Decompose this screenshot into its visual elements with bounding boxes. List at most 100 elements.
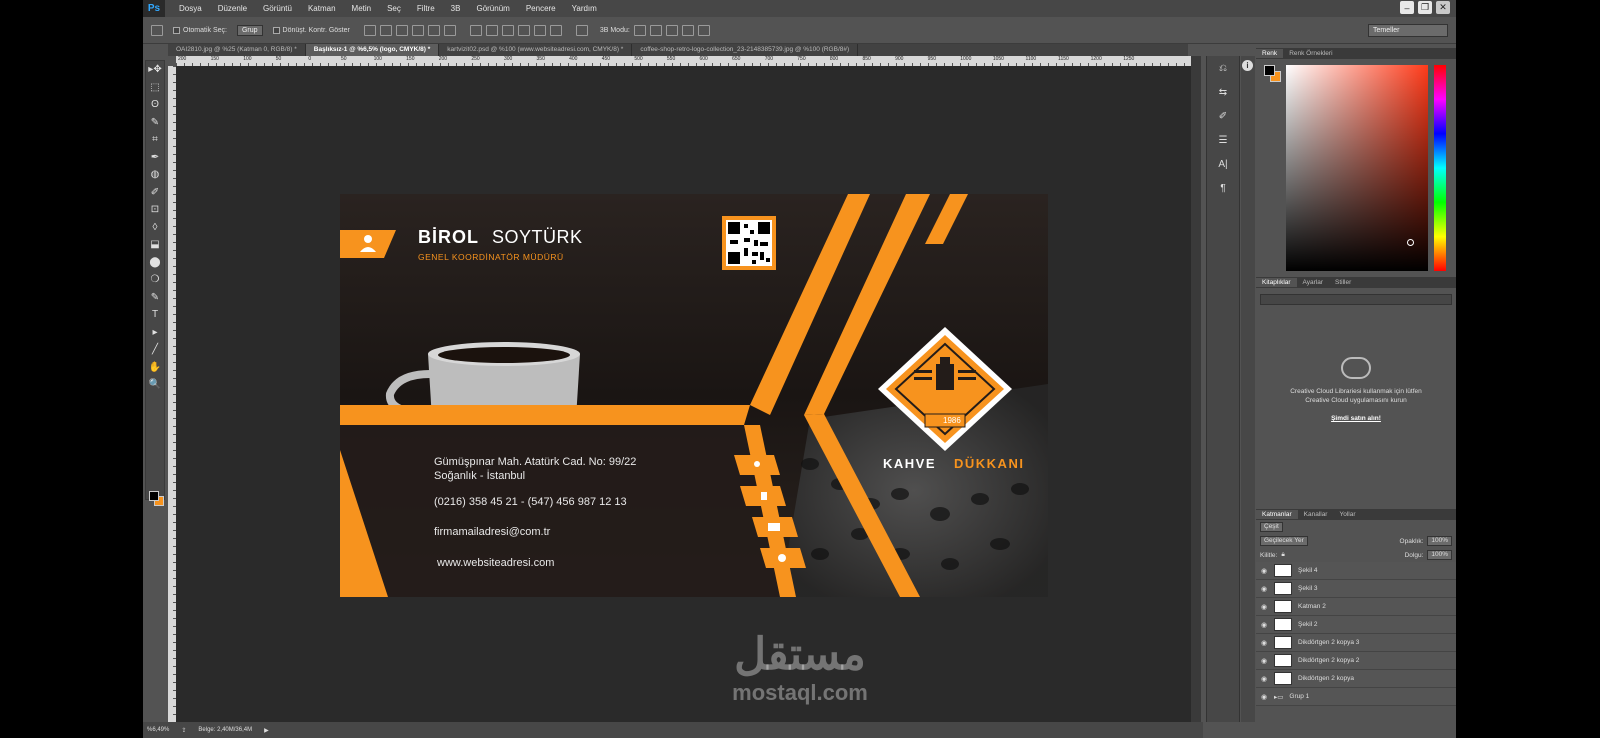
tab-document-1[interactable]: OAI2810.jpg @ %25 (Katman 0, RGB/8) * xyxy=(168,44,306,56)
align-bottom-icon[interactable] xyxy=(395,24,408,36)
distribute-bottom-icon[interactable] xyxy=(501,24,514,36)
menu-yardim[interactable]: Yardım xyxy=(564,4,605,13)
3d-slide-icon[interactable] xyxy=(681,24,694,36)
business-card-artwork[interactable]: BİROL SOYTÜRK GENEL KOORDİNATÖR MÜDÜRÜ G… xyxy=(340,194,1048,597)
eye-icon[interactable]: ◉ xyxy=(1256,585,1272,593)
tab-libraries[interactable]: Kitaplıklar xyxy=(1256,278,1297,287)
distribute-left-icon[interactable] xyxy=(517,24,530,36)
history-icon[interactable]: ⎌ xyxy=(1207,56,1239,80)
paragraph-icon[interactable]: ¶ xyxy=(1207,176,1239,200)
auto-select-checkbox[interactable] xyxy=(173,26,180,34)
layer-row[interactable]: ◉ Şekil 2 xyxy=(1256,616,1456,634)
fill-input[interactable]: 100% xyxy=(1427,550,1452,560)
eye-icon[interactable]: ◉ xyxy=(1256,567,1272,575)
tab-swatches[interactable]: Renk Örnekleri xyxy=(1283,49,1338,58)
quick-select-tool[interactable]: ✎ xyxy=(146,114,164,132)
eye-icon[interactable]: ◉ xyxy=(1256,639,1272,647)
layer-row[interactable]: ◉ Dikdörtgen 2 kopya 3 xyxy=(1256,634,1456,652)
3d-drag-icon[interactable] xyxy=(665,24,678,36)
info-icon[interactable]: i xyxy=(1242,60,1253,71)
eraser-tool[interactable]: ⬓ xyxy=(146,236,164,254)
lock-icon[interactable]: 🔒︎ xyxy=(1281,551,1284,559)
tab-color[interactable]: Renk xyxy=(1256,49,1284,58)
menu-goruntu[interactable]: Görüntü xyxy=(255,4,300,13)
align-right-icon[interactable] xyxy=(443,24,456,36)
actions-icon[interactable]: ⇆ xyxy=(1207,80,1239,104)
lasso-tool[interactable]: ʘ xyxy=(146,96,164,114)
history-brush-tool[interactable]: ◊ xyxy=(146,219,164,237)
tab-adjustments[interactable]: Ayarlar xyxy=(1297,278,1329,287)
layer-row[interactable]: ◉ Katman 2 xyxy=(1256,598,1456,616)
eye-icon[interactable]: ◉ xyxy=(1256,603,1272,611)
menu-katman[interactable]: Katman xyxy=(300,4,344,13)
tab-channels[interactable]: Kanallar xyxy=(1298,510,1334,519)
restore-icon[interactable]: ❐ xyxy=(1418,1,1432,14)
library-dropdown[interactable] xyxy=(1260,294,1452,305)
tab-styles[interactable]: Stiller xyxy=(1329,278,1357,287)
layer-row[interactable]: ◉ ▸▭ Grup 1 xyxy=(1256,688,1456,706)
layer-row[interactable]: ◉ Dikdörtgen 2 kopya xyxy=(1256,670,1456,688)
brush-presets-icon[interactable]: ✐ xyxy=(1207,104,1239,128)
status-arrow-icon[interactable]: ▶ xyxy=(264,727,269,734)
align-top-icon[interactable] xyxy=(363,24,376,36)
line-tool[interactable]: ╱ xyxy=(146,341,164,359)
pen-tool[interactable]: ✎ xyxy=(146,289,164,307)
align-middle-icon[interactable] xyxy=(379,24,392,36)
dodge-tool[interactable]: ❍ xyxy=(146,271,164,289)
3d-roll-icon[interactable] xyxy=(649,24,662,36)
opacity-input[interactable]: 100% xyxy=(1427,536,1452,546)
minimize-icon[interactable]: – xyxy=(1400,1,1414,14)
tab-paths[interactable]: Yollar xyxy=(1333,510,1361,519)
marquee-tool[interactable]: ⬚ xyxy=(146,79,164,97)
hand-tool[interactable]: ✋ xyxy=(146,359,164,377)
eye-icon[interactable]: ◉ xyxy=(1256,675,1272,683)
menu-metin[interactable]: Metin xyxy=(344,4,380,13)
move-tool-icon[interactable] xyxy=(151,24,163,36)
share-icon[interactable]: ⇪ xyxy=(181,727,186,734)
foreground-color-swatch[interactable] xyxy=(149,491,159,501)
align-left-icon[interactable] xyxy=(411,24,424,36)
tab-layers[interactable]: Katmanlar xyxy=(1256,510,1298,519)
eyedropper-tool[interactable]: ✒ xyxy=(146,149,164,167)
distribute-right-icon[interactable] xyxy=(549,24,562,36)
align-center-icon[interactable] xyxy=(427,24,440,36)
menu-pencere[interactable]: Pencere xyxy=(518,4,564,13)
menu-sec[interactable]: Seç xyxy=(379,4,409,13)
type-tool[interactable]: T xyxy=(146,306,164,324)
panel-fg-swatch[interactable] xyxy=(1264,65,1275,76)
menu-filtre[interactable]: Filtre xyxy=(409,4,443,13)
distribute-center-icon[interactable] xyxy=(533,24,546,36)
menu-dosya[interactable]: Dosya xyxy=(171,4,210,13)
eye-icon[interactable]: ◉ xyxy=(1256,657,1272,665)
menu-3b[interactable]: 3B xyxy=(443,4,469,13)
tab-document-3[interactable]: kartvizit02.psd @ %100 (www.websiteadres… xyxy=(439,44,633,56)
adjust-icon[interactable]: ☰ xyxy=(1207,128,1239,152)
zoom-level[interactable]: %6,49% xyxy=(147,727,169,733)
distribute-top-icon[interactable] xyxy=(469,24,482,36)
eye-icon[interactable]: ◉ xyxy=(1256,621,1272,629)
distribute-middle-icon[interactable] xyxy=(485,24,498,36)
crop-tool[interactable]: ⌗ xyxy=(146,131,164,149)
buy-now-link[interactable]: Şimdi satın alın! xyxy=(1256,415,1456,422)
eye-icon[interactable]: ◉ xyxy=(1256,693,1272,701)
hue-slider[interactable] xyxy=(1434,65,1446,271)
blend-mode-dropdown[interactable]: Geçilecek Yer xyxy=(1260,536,1308,546)
transform-controls-checkbox[interactable] xyxy=(272,26,280,34)
zoom-tool[interactable]: 🔍 xyxy=(146,376,164,394)
layer-row[interactable]: ◉ Dikdörtgen 2 kopya 2 xyxy=(1256,652,1456,670)
canvas-scrollbar[interactable] xyxy=(1191,56,1201,722)
auto-align-icon[interactable] xyxy=(575,24,588,36)
3d-scale-icon[interactable] xyxy=(697,24,710,36)
gradient-tool[interactable]: ⬤ xyxy=(146,254,164,272)
auto-select-dropdown[interactable]: Grup xyxy=(236,24,263,36)
tab-document-4[interactable]: coffee-shop-retro-logo-collection_23-214… xyxy=(632,44,859,56)
layer-kind-filter[interactable]: Çeşit xyxy=(1260,522,1283,532)
stamp-tool[interactable]: ⊡ xyxy=(146,201,164,219)
3d-rotate-icon[interactable] xyxy=(633,24,646,36)
workspace-dropdown[interactable]: Temeller xyxy=(1368,24,1448,37)
layer-row[interactable]: ◉ Şekil 4 xyxy=(1256,562,1456,580)
move-tool[interactable]: ▸✥ xyxy=(146,61,164,79)
layer-row[interactable]: ◉ Şekil 3 xyxy=(1256,580,1456,598)
healing-tool[interactable]: ◍ xyxy=(146,166,164,184)
menu-gorunum[interactable]: Görünüm xyxy=(468,4,517,13)
